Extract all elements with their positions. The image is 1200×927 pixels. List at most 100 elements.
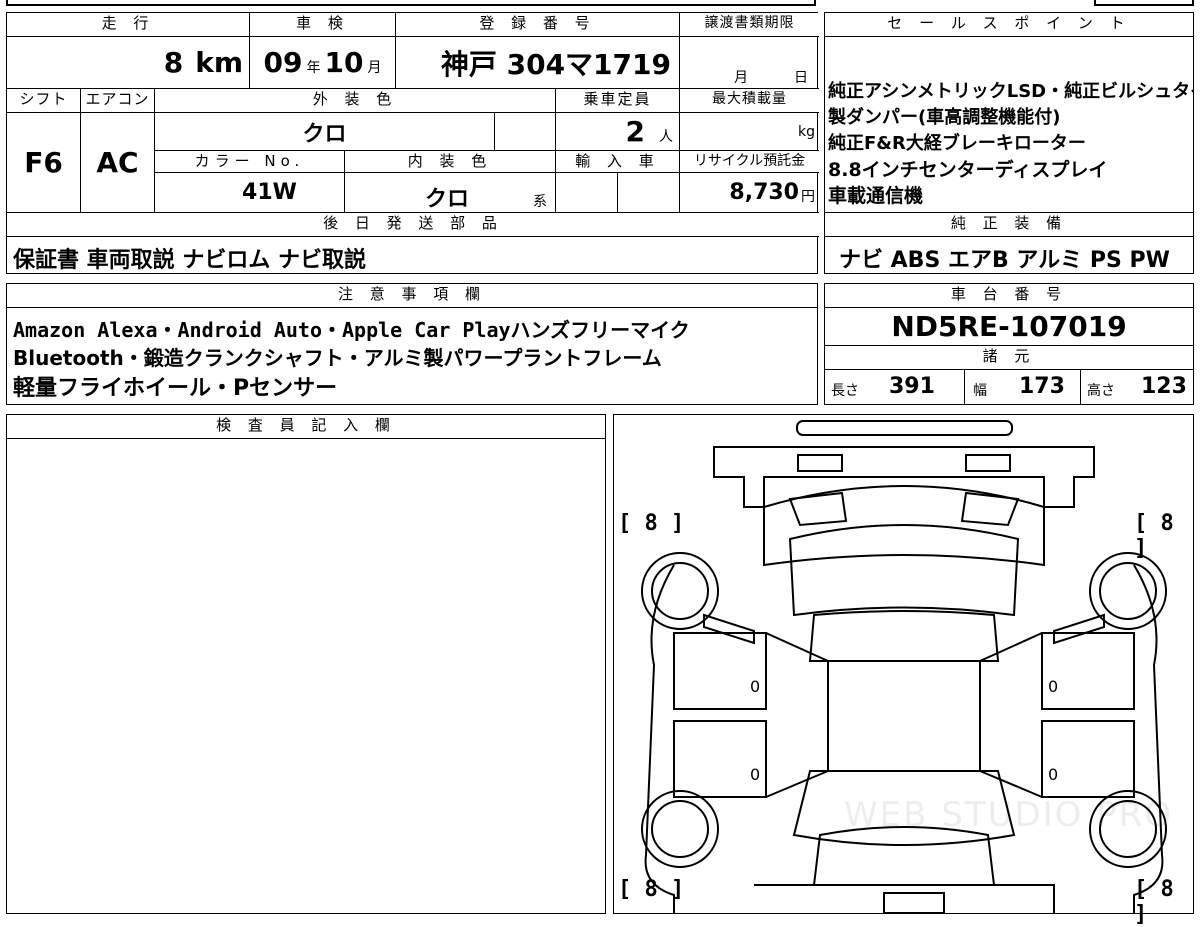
exterior-color-value: クロ	[302, 121, 347, 147]
interior-color-cell: クロ 系	[345, 173, 556, 213]
recycle-fee-unit: 円	[801, 188, 815, 205]
sales-line-3: 純正F&R大経ブレーキローター	[828, 133, 1086, 154]
chassis-cell: ND5RE-107019	[825, 308, 1193, 346]
notes-header: 注 意 事 項 欄	[7, 284, 817, 308]
later-items-value: 保証書 車両取説 ナビロム ナビ取説	[13, 248, 366, 273]
later-items-header: 後 日 発 送 部 品	[7, 213, 819, 237]
fender-right	[960, 491, 1020, 527]
door-rear-right-value: 0	[1048, 765, 1059, 784]
color-no-value: 41W	[242, 180, 297, 205]
rear-bumper	[883, 892, 945, 913]
mirror-left	[703, 613, 755, 645]
fender-left	[788, 491, 848, 527]
door-rear-left-value: 0	[750, 765, 761, 784]
inspection-year: 09	[263, 46, 303, 79]
registration-value: 神戸 304マ1719	[440, 47, 671, 81]
capacity-unit: 人	[659, 128, 673, 145]
door-front-left-value: 0	[750, 677, 761, 696]
exterior-color-header: 外 装 色	[155, 89, 556, 113]
sales-point-box: セ ー ル ス ポ イ ン ト 純正アシンメトリックLSD・純正ビルシュタイン …	[824, 12, 1194, 274]
aircon-cell: AC	[81, 113, 155, 213]
front-panel	[713, 446, 1095, 508]
aircon-value: AC	[96, 146, 139, 179]
mileage-value: 8	[163, 46, 184, 79]
recycle-fee-value: 8,730	[729, 180, 799, 205]
tread-front-left: [ 8 ]	[618, 511, 685, 536]
interior-color-suffix: 系	[533, 194, 547, 210]
chassis-header: 車 台 番 号	[825, 284, 1193, 308]
door-front-right	[1041, 632, 1135, 710]
spec-length-cell: 長さ 391	[825, 370, 965, 404]
roof	[808, 610, 1000, 662]
cabin	[827, 660, 981, 772]
tread-rear-right: [ 8 ]	[1134, 877, 1174, 927]
tread-front-right: [ 8 ]	[1134, 511, 1174, 561]
inspection-month: 10	[324, 46, 364, 79]
max-load-cell: kg	[680, 113, 819, 151]
notes-box: 注 意 事 項 欄 Amazon Alexa・Android Auto・Appl…	[6, 283, 818, 405]
capacity-header: 乗車定員	[556, 89, 680, 113]
top-strip-right	[1094, 0, 1194, 6]
mileage-unit: km	[195, 46, 243, 79]
import-cell-b	[618, 173, 680, 213]
transfer-deadline-header: 譲渡書類期限	[680, 13, 819, 37]
mirror-right	[1053, 613, 1105, 645]
mileage-header: 走 行	[7, 13, 250, 37]
max-load-unit: kg	[798, 123, 815, 140]
sales-line-1: 純正アシンメトリックLSD・純正ビルシュタイン	[828, 81, 1193, 102]
top-strip	[6, 0, 816, 6]
inspection-header: 車 検	[250, 13, 396, 37]
registration-header: 登 録 番 号	[396, 13, 680, 37]
notes-line-3: 軽量フライホイール・Pセンサー	[13, 376, 338, 401]
transfer-deadline-cell: 月 日	[680, 37, 819, 89]
color-no-header: カラー No.	[155, 151, 345, 173]
watermark: WEB STUDIO PRO	[844, 795, 1174, 835]
spec-height-value: 123	[1141, 374, 1187, 399]
wheel-front-right	[1089, 552, 1167, 630]
door-rear-right	[1041, 720, 1135, 798]
deadline-day-unit: 日	[794, 70, 808, 86]
door-rear-left	[673, 720, 767, 798]
equipment-value: ナビ ABS エアB アルミ PS PW	[839, 248, 1170, 273]
door-front-left	[673, 632, 767, 710]
registration-cell: 神戸 304マ1719	[396, 37, 680, 89]
door-front-right-value: 0	[1048, 677, 1059, 696]
deadline-month-unit: 月	[734, 70, 748, 86]
spec-length-label: 長さ	[831, 383, 859, 399]
sales-line-5: 車載通信機	[828, 185, 924, 207]
chassis-box: 車 台 番 号 ND5RE-107019 諸 元 長さ 391 幅 173 高さ…	[824, 283, 1194, 405]
shift-value: F6	[24, 146, 63, 179]
max-load-header: 最大積載量	[680, 89, 819, 113]
shift-cell: F6	[7, 113, 81, 213]
windshield	[788, 524, 1020, 617]
spec-length-value: 391	[889, 374, 935, 399]
capacity-cell: 2 人	[556, 113, 680, 151]
import-cell-a	[556, 173, 618, 213]
spec-width-value: 173	[1019, 374, 1065, 399]
capacity-value: 2	[625, 115, 645, 148]
mileage-cell: 8 km	[7, 37, 250, 89]
specs-header: 諸 元	[825, 346, 1193, 370]
wheel-front-left	[641, 552, 719, 630]
sales-line-4: 8.8インチセンターディスプレイ	[828, 159, 1108, 181]
shift-header: シフト	[7, 89, 81, 113]
headlight-left	[797, 454, 843, 472]
exterior-color-sub	[495, 113, 556, 151]
equipment-header: 純 正 装 備	[825, 213, 1193, 237]
front-bumper	[796, 420, 1013, 436]
notes-line-2: Bluetooth・鍛造クランクシャフト・アルミ製パワープラントフレーム	[13, 346, 662, 370]
aircon-header: エアコン	[81, 89, 155, 113]
recycle-fee-header: リサイクル預託金	[680, 151, 819, 173]
spec-height-cell: 高さ 123	[1081, 370, 1193, 404]
wheel-rear-left-rim	[651, 800, 709, 858]
import-header: 輸 入 車	[556, 151, 680, 173]
inspection-cell: 09 年 10 月	[250, 37, 396, 89]
spec-height-label: 高さ	[1087, 383, 1115, 399]
chassis-value: ND5RE-107019	[891, 310, 1127, 343]
sales-point-body: 純正アシンメトリックLSD・純正ビルシュタイン 製ダンパー(車高調整機能付) 純…	[825, 37, 1193, 213]
sales-point-header: セ ー ル ス ポ イ ン ト	[825, 13, 1193, 37]
trunk	[812, 826, 996, 886]
interior-color-value: クロ	[425, 187, 470, 212]
equipment-cell: ナビ ABS エアB アルミ PS PW	[825, 237, 1193, 273]
car-diagram-box: [ 8 ] [ 8 ] [ 8 ] [ 8 ] 0 0 0 0 WEB STUD…	[613, 414, 1194, 927]
